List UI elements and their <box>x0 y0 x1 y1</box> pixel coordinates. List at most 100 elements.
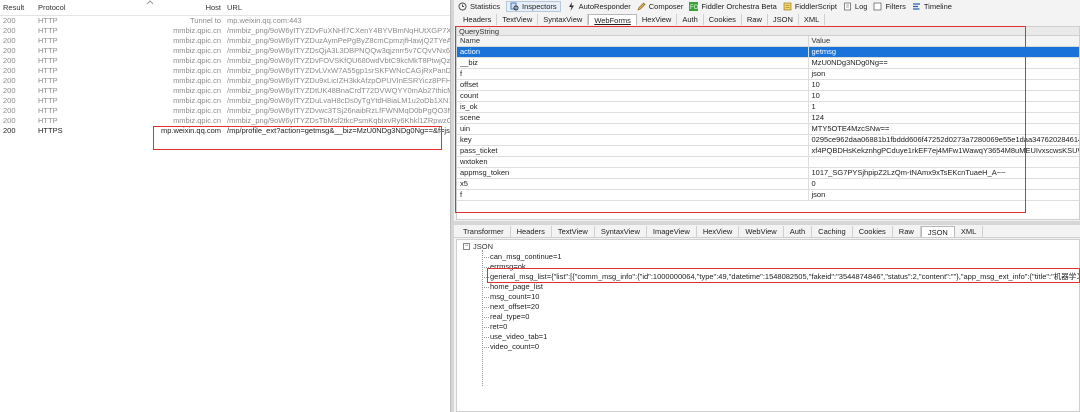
querystring-row[interactable]: __biz MzU0NDg3NDg0Ng== <box>457 57 1079 69</box>
column-value[interactable]: Value <box>808 36 1079 47</box>
toolbar-filters[interactable]: Filters <box>873 2 906 11</box>
session-row[interactable]: 200 HTTP Tunnel to mp.weixin.qq.com:443 <box>0 15 450 26</box>
toolbar-label: Composer <box>648 2 684 11</box>
tab-response-json[interactable]: JSON <box>920 226 955 237</box>
session-row[interactable]: 200 HTTP mmbiz.qpic.cn/mmbiz_png/9oW6yITYZ… <box>0 46 450 56</box>
toolbar-fiddlerscript[interactable]: FiddlerScript <box>783 2 837 11</box>
json-tree-node[interactable]: use_video_tab=1 <box>482 332 547 342</box>
column-name[interactable]: Name <box>457 36 809 47</box>
param-name: wxtoken <box>457 156 809 168</box>
param-value: 10 <box>808 90 1079 102</box>
querystring-row[interactable]: action getmsg <box>457 46 1079 58</box>
toolbar-autoresponder[interactable]: AutoResponder <box>567 2 631 11</box>
tab-response-xml[interactable]: XML <box>955 226 984 237</box>
json-tree-node[interactable]: real_type=0 <box>482 312 529 322</box>
session-url: /mmbiz_png/9oW6yITYZDvFOVSKfQU680wdVbtC9… <box>227 55 450 65</box>
querystring-row[interactable]: is_ok 1 <box>457 101 1079 113</box>
tab-response-textview[interactable]: TextView <box>552 226 595 237</box>
toolbar-fiddler-orchestra-beta[interactable]: FO Fiddler Orchestra Beta <box>689 2 777 11</box>
tab-request-raw[interactable]: Raw <box>742 14 768 25</box>
session-row[interactable]: 200 HTTP mmbiz.qpic.cn/mmbiz_png/9oW6yITYZ… <box>0 56 450 66</box>
tab-response-syntaxview[interactable]: SyntaxView <box>595 226 647 237</box>
session-row[interactable]: 200 HTTP mmbiz.qpic.cn/mmbiz_png/9oW6yITYZ… <box>0 76 450 86</box>
session-result: 200 <box>3 25 16 35</box>
json-tree-node[interactable]: ret=0 <box>482 322 507 332</box>
column-result[interactable]: Result <box>0 0 35 16</box>
toolbar-timeline[interactable]: Timeline <box>912 2 952 11</box>
session-url: /mmbiz_png/9oW6yITYZDvwc3TSj26naibRzLfFW… <box>227 105 450 115</box>
toolbar-log[interactable]: Log <box>843 2 867 11</box>
querystring-row[interactable]: count 10 <box>457 90 1079 102</box>
param-name: key <box>457 134 809 146</box>
querystring-row[interactable]: scene 124 <box>457 112 1079 124</box>
param-name: is_ok <box>457 101 809 113</box>
session-row[interactable]: 200 HTTP mmbiz.qpic.cn/mmbiz_png/9oW6yITYZ… <box>0 36 450 46</box>
tab-request-xml[interactable]: XML <box>799 14 826 25</box>
tab-response-webview[interactable]: WebView <box>739 226 784 237</box>
tab-request-textview[interactable]: TextView <box>497 14 539 25</box>
querystring-row[interactable]: offset 10 <box>457 79 1079 91</box>
json-tree-node[interactable]: video_count=0 <box>482 342 539 352</box>
tab-response-hexview[interactable]: HexView <box>697 226 740 237</box>
tab-request-json[interactable]: JSON <box>768 14 799 25</box>
param-name: offset <box>457 79 809 91</box>
param-value: MTY5OTE4MzcSNw== <box>808 123 1079 135</box>
tab-request-cookies[interactable]: Cookies <box>704 14 742 25</box>
toolbar-composer[interactable]: Composer <box>637 2 684 11</box>
checkbox-icon <box>874 2 882 11</box>
collapse-icon[interactable]: − <box>463 243 470 250</box>
json-tree-node[interactable]: errmsg=ok <box>482 262 526 272</box>
session-url: /mmbiz_png/9oW6yITYZDuzAymPePgByZ8cmCpmz… <box>227 35 450 45</box>
tab-response-headers[interactable]: Headers <box>511 226 552 237</box>
querystring-row[interactable]: wxtoken <box>457 156 1079 168</box>
session-host: mmbiz.qpic.cn <box>173 45 221 55</box>
querystring-row[interactable]: pass_ticket xf4PQBDHsKekznhgPCduye1rkEF7e… <box>457 145 1079 157</box>
tab-response-imageview[interactable]: ImageView <box>647 226 697 237</box>
session-row[interactable]: 200 HTTP mmbiz.qpic.cn/mmbiz_png/9oW6yITYZ… <box>0 26 450 36</box>
json-tree-node[interactable]: next_offset=20 <box>482 302 539 312</box>
querystring-row[interactable]: f json <box>457 68 1079 80</box>
json-tree-node[interactable]: msg_count=10 <box>482 292 539 302</box>
session-row[interactable]: 200 HTTP mmbiz.qpic.cn/mmbiz_png/9oW6yITYZ… <box>0 116 450 126</box>
json-tree-node[interactable]: general_msg_list={"list":[{"comm_msg_inf… <box>482 272 1079 282</box>
tab-response-transformer[interactable]: Transformer <box>457 226 511 237</box>
session-row[interactable]: 200 HTTPS mp.weixin.qq.com/mp/profile_ext?… <box>0 126 450 136</box>
querystring-table: Name Value action getmsg __biz MzU0NDg3NDg0… <box>457 36 1079 201</box>
tab-request-headers[interactable]: Headers <box>458 14 498 25</box>
toolbar-inspectors[interactable]: Inspectors <box>506 1 561 12</box>
json-tree-node[interactable]: home_page_list <box>482 282 543 292</box>
session-result: 200 <box>3 35 16 45</box>
querystring-row[interactable]: appmsg_token 1017_SG7PYSjhpipZ2LzQm-tNAmx… <box>457 167 1079 179</box>
querystring-row[interactable]: x5 0 <box>457 178 1079 190</box>
tab-request-webforms[interactable]: WebForms <box>588 14 637 25</box>
querystring-row[interactable]: f json <box>457 189 1079 201</box>
session-url: mp.weixin.qq.com:443 <box>227 15 302 25</box>
tab-request-syntaxview[interactable]: SyntaxView <box>538 14 589 25</box>
column-url[interactable]: URL <box>224 0 450 16</box>
session-row[interactable]: 200 HTTP mmbiz.qpic.cn/mmbiz_png/9oW6yITYZ… <box>0 106 450 116</box>
timeline-icon <box>912 3 920 10</box>
tab-response-cookies[interactable]: Cookies <box>853 226 893 237</box>
session-row[interactable]: 200 HTTP mmbiz.qpic.cn/mmbiz_png/9oW6yITYZ… <box>0 96 450 106</box>
session-host: mmbiz.qpic.cn <box>173 75 221 85</box>
session-url: /mmbiz_png/9oW6yITYZDsQjA3L3DBPNQQw3qjzn… <box>227 45 450 55</box>
session-row[interactable]: 200 HTTP mmbiz.qpic.cn/mmbiz_png/9oW6yITYZ… <box>0 86 450 96</box>
session-result: 200 <box>3 65 16 75</box>
column-protocol[interactable]: Protocol <box>35 0 91 16</box>
session-row[interactable]: 200 HTTP mmbiz.qpic.cn/mmbiz_png/9oW6yITYZ… <box>0 66 450 76</box>
tab-response-caching[interactable]: Caching <box>812 226 853 237</box>
tab-response-auth[interactable]: Auth <box>784 226 813 237</box>
json-tree-node[interactable]: can_msg_continue=1 <box>482 252 562 262</box>
querystring-row[interactable]: uin MTY5OTE4MzcSNw== <box>457 123 1079 135</box>
tab-request-auth[interactable]: Auth <box>677 14 704 25</box>
column-host[interactable]: Host <box>91 0 224 16</box>
param-name: __biz <box>457 57 809 69</box>
toolbar-statistics[interactable]: Statistics <box>458 2 500 11</box>
json-root-node[interactable]: − JSON <box>463 242 493 251</box>
tab-request-hexview[interactable]: HexView <box>637 14 678 25</box>
querystring-row[interactable]: key 0295ce962daa06881b1fbddd606f47252d027… <box>457 134 1079 146</box>
session-protocol: HTTP <box>38 95 58 105</box>
param-name: scene <box>457 112 809 124</box>
tab-response-raw[interactable]: Raw <box>893 226 921 237</box>
horizontal-splitter[interactable] <box>454 221 1080 225</box>
